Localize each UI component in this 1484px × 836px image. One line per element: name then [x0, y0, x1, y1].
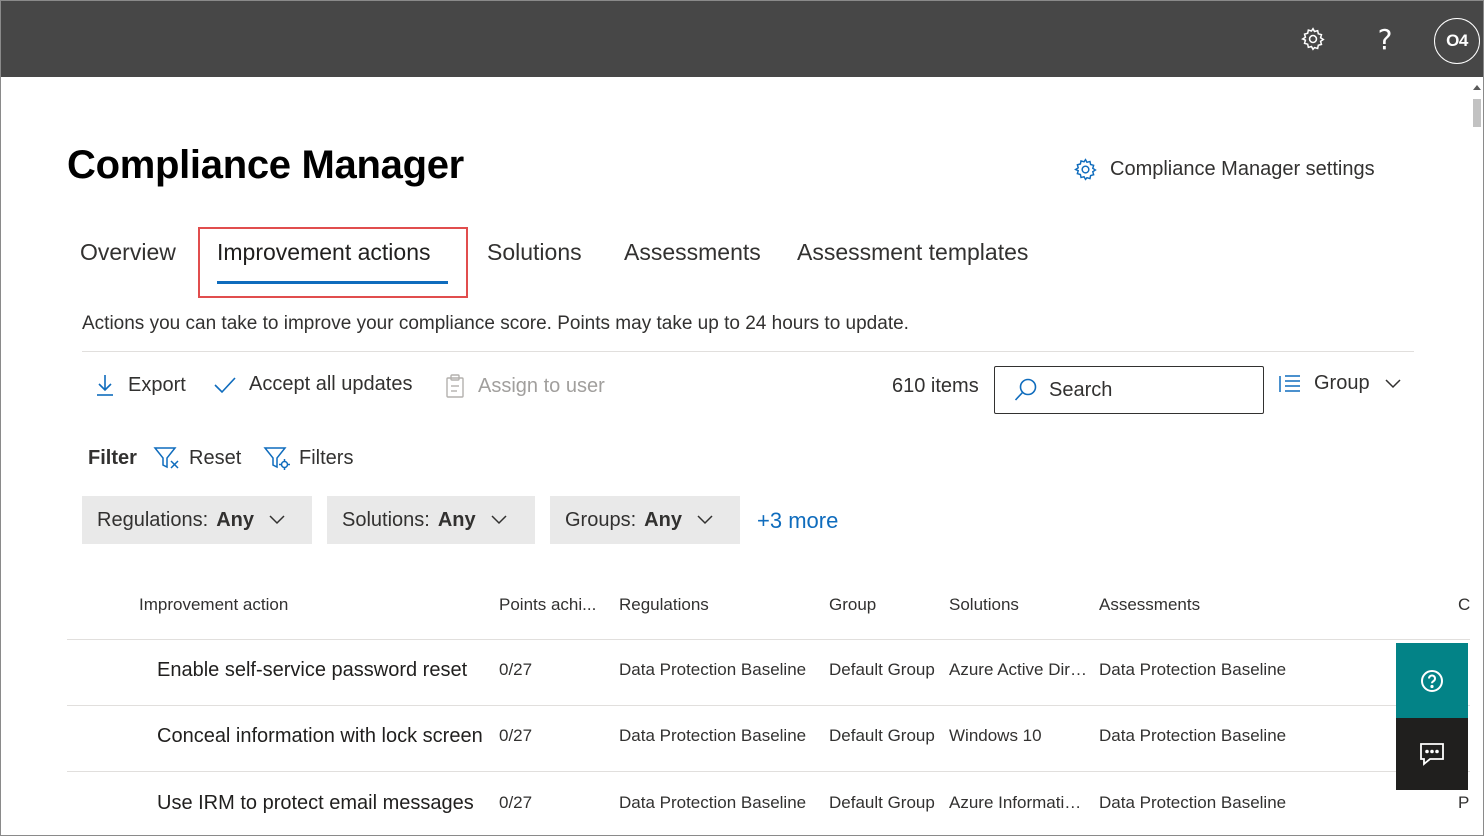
help-button[interactable]: ?	[1365, 19, 1405, 59]
assessments-value: Data Protection Baseline	[1099, 793, 1287, 812]
chevron-down-icon	[491, 515, 507, 525]
list-icon	[1279, 374, 1300, 392]
tab-assessment-templates[interactable]: Assessment templates	[797, 239, 1028, 266]
chevron-down-icon	[697, 515, 713, 525]
points-value: 0/27	[499, 726, 533, 745]
row-divider	[67, 705, 1470, 706]
filters-label: Filters	[299, 446, 354, 469]
group-button[interactable]: Group	[1278, 372, 1402, 395]
avatar[interactable]: O4	[1434, 18, 1480, 64]
help-fab-button[interactable]	[1396, 643, 1468, 718]
reset-filters-button[interactable]: Reset	[153, 445, 241, 471]
settings-button[interactable]	[1293, 19, 1333, 59]
pill-value: Any	[437, 508, 476, 531]
column-header-solutions[interactable]: Solutions	[949, 595, 1019, 615]
column-header-improvement-action[interactable]: Improvement action	[139, 595, 288, 615]
items-count: 610 items	[892, 375, 979, 397]
reset-label: Reset	[189, 446, 242, 469]
export-label: Export	[128, 373, 186, 396]
tab-overview[interactable]: Overview	[80, 239, 176, 266]
search-icon	[1014, 378, 1037, 401]
column-header-assessments[interactable]: Assessments	[1099, 595, 1200, 615]
pill-name: Regulations:	[97, 508, 209, 531]
search-placeholder: Search	[1049, 378, 1113, 401]
divider	[82, 351, 1414, 352]
solutions-value: Azure Active Directory	[949, 660, 1087, 679]
regulations-value: Data Protection Baseline	[619, 726, 807, 745]
chevron-down-icon	[1385, 378, 1401, 388]
action-name[interactable]: Use IRM to protect email messages	[157, 792, 487, 815]
assessments-value: Data Protection Baseline	[1099, 726, 1287, 745]
row-divider	[67, 771, 1470, 772]
column-header-points-achieved[interactable]: Points achi...	[499, 595, 596, 615]
group-label: Group	[1314, 372, 1370, 394]
question-circle-icon	[1421, 669, 1443, 692]
export-button[interactable]: Export	[94, 373, 186, 397]
assign-label: Assign to user	[478, 374, 605, 397]
feedback-fab-button[interactable]	[1396, 718, 1468, 790]
top-bar: ? O4	[1, 1, 1483, 77]
avatar-initials: O4	[1446, 31, 1468, 50]
filter-label: Filter	[88, 447, 137, 469]
gear-icon	[1301, 27, 1325, 51]
row-divider	[67, 639, 1470, 640]
assessments-value: Data Protection Baseline	[1099, 660, 1287, 679]
solutions-filter-dropdown[interactable]: Solutions: Any	[327, 496, 535, 544]
regulations-value: Data Protection Baseline	[619, 793, 807, 812]
pill-name: Solutions:	[342, 508, 430, 531]
settings-link-label: Compliance Manager settings	[1110, 158, 1375, 180]
more-filters-link[interactable]: +3 more	[757, 508, 838, 534]
callout-highlight-box	[198, 227, 468, 298]
scroll-thumb[interactable]	[1473, 99, 1481, 127]
accept-all-updates-button[interactable]: Accept all updates	[213, 373, 412, 396]
regulations-filter-dropdown[interactable]: Regulations: Any	[82, 496, 312, 544]
group-value: Default Group	[829, 726, 935, 745]
action-name[interactable]: Conceal information with lock screen	[157, 725, 487, 748]
feedback-icon	[1420, 743, 1444, 766]
pill-value: Any	[644, 508, 682, 531]
accept-label: Accept all updates	[249, 373, 413, 395]
vertical-scrollbar[interactable]	[1470, 77, 1483, 835]
solutions-value: Azure Information Protection	[949, 793, 1087, 812]
group-value: Default Group	[829, 660, 935, 679]
tab-solutions[interactable]: Solutions	[487, 239, 582, 266]
scroll-up-icon[interactable]	[1473, 85, 1481, 90]
search-input[interactable]: Search	[994, 366, 1264, 414]
groups-filter-dropdown[interactable]: Groups: Any	[550, 496, 740, 544]
app-frame: ? O4 Compliance Manager Compliance Manag…	[0, 0, 1484, 836]
page-title: Compliance Manager	[67, 143, 464, 187]
action-name[interactable]: Enable self-service password reset	[157, 659, 487, 682]
gear-icon	[1074, 158, 1097, 181]
clipboard-icon	[446, 374, 464, 398]
column-header-truncated[interactable]: C	[1458, 595, 1470, 615]
tab-assessments[interactable]: Assessments	[624, 239, 761, 266]
compliance-settings-link[interactable]: Compliance Manager settings	[1073, 157, 1375, 182]
page-description: Actions you can take to improve your com…	[82, 313, 909, 334]
filters-button[interactable]: Filters	[263, 445, 353, 471]
assign-to-user-button[interactable]: Assign to user	[444, 373, 605, 399]
column-header-regulations[interactable]: Regulations	[619, 595, 709, 615]
column-header-group[interactable]: Group	[829, 595, 876, 615]
help-label: ?	[1377, 22, 1393, 56]
filter-clear-icon	[153, 447, 179, 469]
truncated-value: P	[1458, 793, 1470, 812]
group-value: Default Group	[829, 793, 935, 812]
download-icon	[97, 375, 113, 396]
pill-value: Any	[216, 508, 254, 531]
filter-settings-icon	[263, 447, 290, 470]
points-value: 0/27	[499, 660, 533, 679]
solutions-value: Windows 10	[949, 726, 1042, 745]
checkmark-icon	[214, 376, 236, 393]
chevron-down-icon	[269, 515, 285, 525]
points-value: 0/27	[499, 793, 533, 812]
regulations-value: Data Protection Baseline	[619, 660, 807, 679]
pill-name: Groups:	[565, 508, 637, 531]
